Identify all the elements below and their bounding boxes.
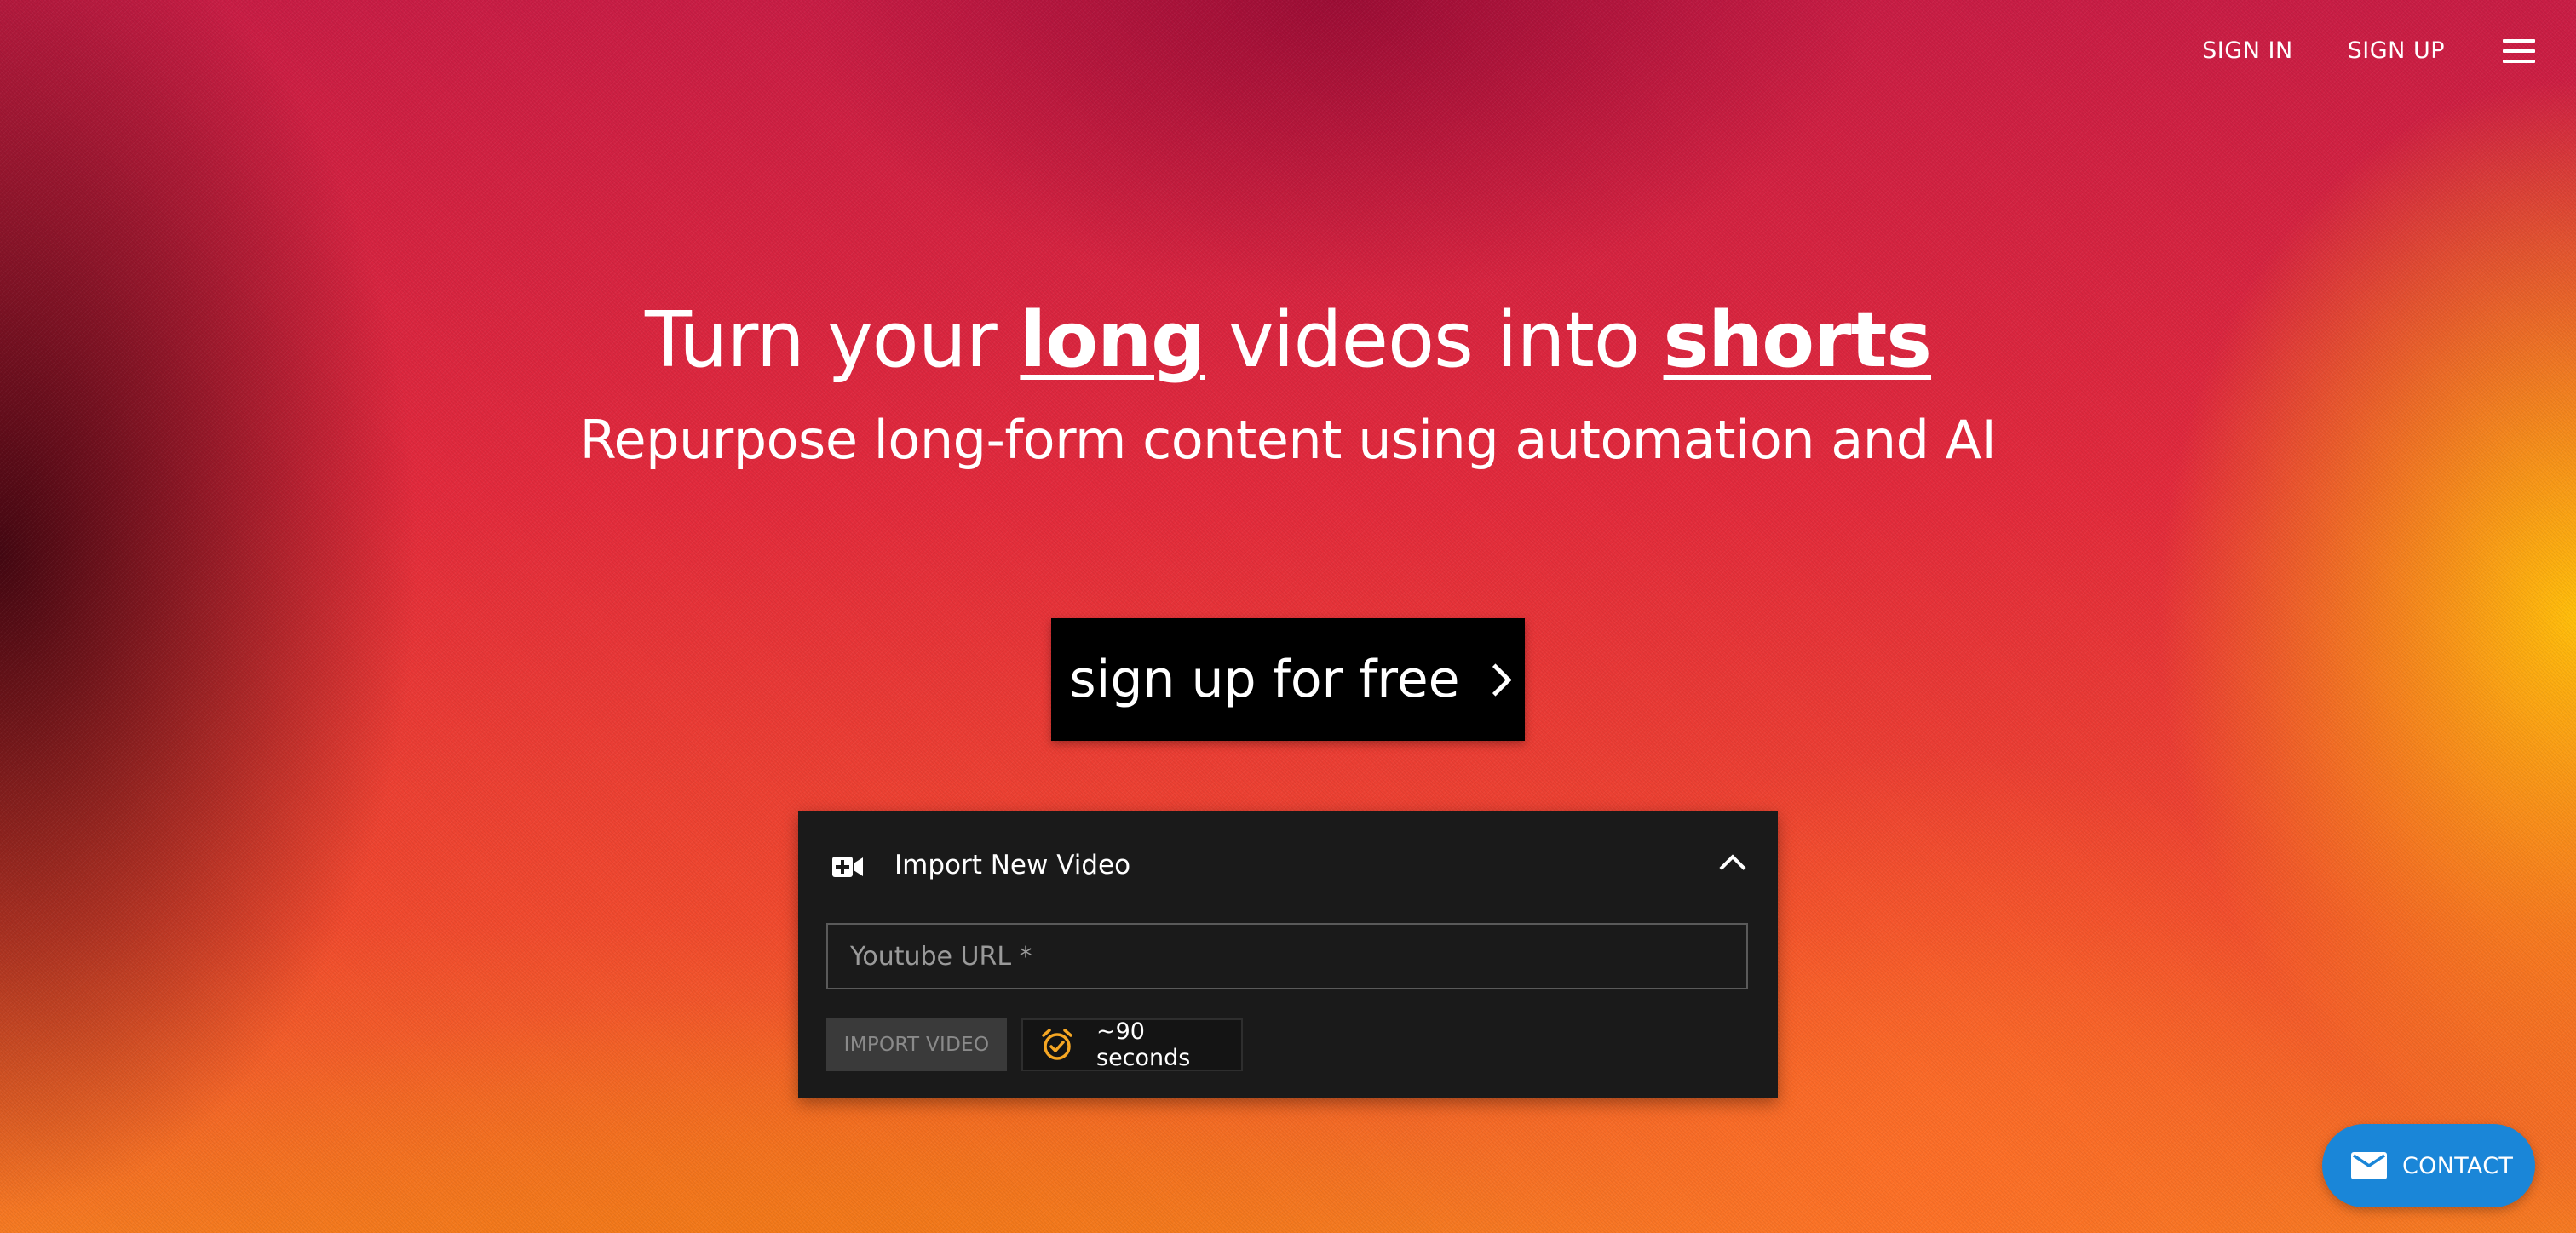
sign-up-free-button[interactable]: sign up for free bbox=[1051, 618, 1525, 741]
import-video-button[interactable]: IMPORT VIDEO bbox=[826, 1018, 1007, 1071]
time-estimate-chip: ~90 seconds bbox=[1021, 1018, 1243, 1071]
hamburger-menu-icon[interactable] bbox=[2503, 38, 2535, 63]
import-panel-header[interactable]: Import New Video bbox=[798, 811, 1778, 923]
sign-in-link[interactable]: SIGN IN bbox=[2202, 37, 2292, 64]
contact-label: CONTACT bbox=[2402, 1152, 2514, 1179]
menu-bar bbox=[2503, 49, 2535, 53]
sign-up-link[interactable]: SIGN UP bbox=[2348, 37, 2445, 64]
hero-subtitle: Repurpose long-form content using automa… bbox=[579, 409, 1997, 471]
top-nav: SIGN IN SIGN UP bbox=[2202, 37, 2535, 64]
youtube-url-input[interactable] bbox=[826, 923, 1748, 989]
mail-icon bbox=[2351, 1152, 2387, 1179]
hero-title-part: Turn your bbox=[645, 295, 1021, 385]
sign-up-free-label: sign up for free bbox=[1069, 650, 1460, 709]
chevron-up-icon[interactable] bbox=[1719, 854, 1746, 881]
menu-bar bbox=[2503, 59, 2535, 63]
alarm-check-icon bbox=[1042, 1029, 1072, 1060]
video-plus-icon bbox=[832, 857, 863, 877]
import-video-panel: Import New Video IMPORT VIDEO ~90 second… bbox=[798, 811, 1778, 1098]
import-panel-title: Import New Video bbox=[894, 850, 1131, 880]
hero-title-long: long bbox=[1020, 295, 1205, 385]
chevron-right-icon bbox=[1479, 662, 1512, 697]
hero-title-part: videos into bbox=[1205, 295, 1664, 385]
time-estimate-text: ~90 seconds bbox=[1096, 1018, 1191, 1071]
hero-title: Turn your long videos into shorts bbox=[0, 298, 2576, 382]
contact-button[interactable]: CONTACT bbox=[2322, 1124, 2535, 1207]
menu-bar bbox=[2503, 38, 2535, 43]
hero-title-shorts: shorts bbox=[1663, 295, 1932, 385]
